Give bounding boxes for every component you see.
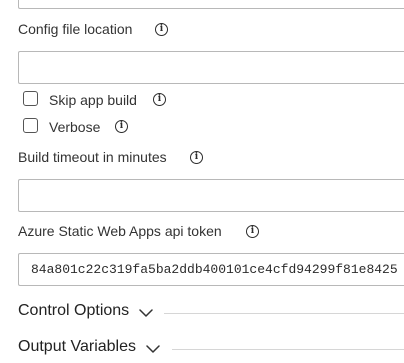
chevron-down-icon[interactable] — [146, 344, 160, 354]
skip-app-build-checkbox[interactable] — [23, 91, 38, 106]
info-icon[interactable]: i — [246, 225, 259, 238]
task-settings-panel: Config file location i Skip app build i … — [0, 0, 404, 363]
api-token-label: Azure Static Web Apps api token — [18, 223, 222, 239]
info-icon[interactable]: i — [190, 151, 203, 164]
verbose-label: Verbose — [49, 119, 101, 135]
api-token-input[interactable]: 84a801c22c319fa5ba2ddb400101ce4cfd94299f… — [18, 253, 404, 286]
top-input-field[interactable] — [18, 0, 404, 9]
info-icon[interactable]: i — [115, 120, 128, 133]
skip-app-build-label: Skip app build — [49, 92, 137, 108]
build-timeout-input[interactable] — [18, 179, 404, 212]
info-icon[interactable]: i — [155, 23, 168, 36]
build-timeout-label: Build timeout in minutes — [18, 149, 167, 165]
section-divider — [172, 349, 404, 350]
verbose-checkbox[interactable] — [23, 118, 38, 133]
info-icon[interactable]: i — [153, 93, 166, 106]
config-file-location-input[interactable] — [18, 51, 404, 84]
chevron-down-icon[interactable] — [139, 308, 153, 318]
config-file-location-label: Config file location — [18, 21, 133, 37]
output-variables-header[interactable]: Output Variables — [18, 338, 136, 356]
section-divider — [164, 313, 404, 314]
control-options-header[interactable]: Control Options — [18, 302, 129, 320]
